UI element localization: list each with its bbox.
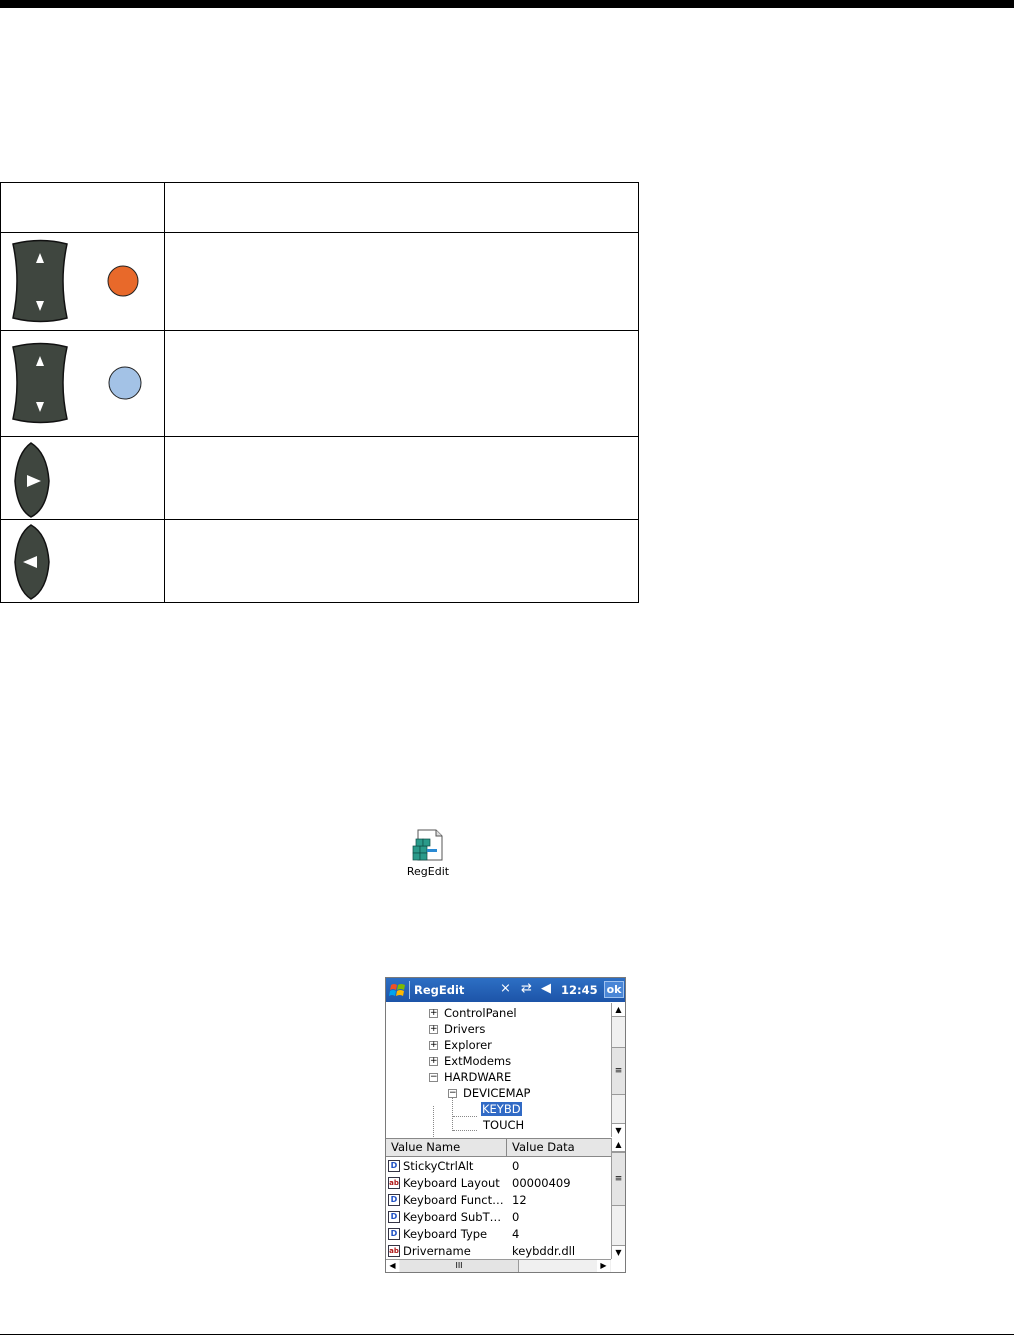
expand-icon[interactable]: + [429,1041,438,1050]
expand-icon[interactable]: + [429,1009,438,1018]
tree-item-label: DEVICEMAP [463,1086,531,1100]
signal-off-icon[interactable]: ⨯ [500,981,511,996]
blue-circle-key-icon [108,366,142,400]
column-header-value-data[interactable]: Value Data [507,1139,611,1156]
title-separator [409,981,410,999]
value-data: 4 [512,1227,520,1241]
scroll-thumb[interactable]: ≡ [612,1047,625,1095]
value-data: 00000409 [512,1176,571,1190]
scroll-down-icon[interactable]: ▼ [612,1245,625,1259]
tree-item-explorer[interactable]: + Explorer [429,1037,492,1053]
title-bar: RegEdit ⨯ ⇄ ◀ 12:45 ok [386,978,625,1002]
page-bottom-rule [0,1334,1014,1335]
dword-value-icon: D [388,1211,400,1223]
list-item[interactable]: D Keyboard SubT… 0 [386,1209,611,1226]
list-item[interactable]: ab Drivername keybddr.dll [386,1243,611,1259]
tree-connector [433,1106,434,1137]
table-row [1,437,164,519]
up-down-key-icon [12,239,139,323]
value-name: Keyboard SubT… [403,1210,502,1224]
table-row [1,331,164,436]
table-border-right [638,182,639,603]
regedit-shortcut[interactable]: RegEdit [390,828,466,884]
list-item[interactable]: ab Keyboard Layout 00000409 [386,1175,611,1192]
scroll-left-icon[interactable]: ◀ [386,1260,399,1272]
scroll-up-icon[interactable]: ▲ [612,1138,625,1152]
horizontal-scrollbar[interactable]: ◀ III ▶ [386,1259,611,1272]
orange-circle-key-icon [107,265,139,297]
up-down-key-icon [12,342,142,424]
dword-value-icon: D [388,1194,400,1206]
value-name: StickyCtrlAlt [403,1159,474,1173]
regedit-window: RegEdit ⨯ ⇄ ◀ 12:45 ok + ControlPanel + … [385,977,626,1273]
tree-item-label: Explorer [444,1038,492,1052]
tree-item-hardware[interactable]: − HARDWARE [429,1069,511,1085]
value-data: keybddr.dll [512,1244,576,1258]
expand-icon[interactable]: + [429,1025,438,1034]
tree-item-label: Drivers [444,1022,486,1036]
table-cell-description [165,233,638,330]
page-top-rule [0,0,1014,8]
dword-value-icon: D [388,1160,400,1172]
value-data: 0 [512,1159,520,1173]
table-row [1,520,164,602]
value-data: 12 [512,1193,527,1207]
value-data: 0 [512,1210,520,1224]
right-arrow-key-icon [14,442,50,518]
left-arrow-key-icon [14,524,50,600]
table-cell-description [165,331,638,436]
tree-item-label: ExtModems [444,1054,512,1068]
tree-scrollbar[interactable]: ▲ ≡ ▼ [611,1003,625,1137]
registry-tree[interactable]: + ControlPanel + Drivers + Explorer + Ex… [386,1003,611,1137]
regedit-icon [412,829,443,861]
tree-item-label-selected: KEYBD [481,1102,522,1116]
tree-item-label: ControlPanel [444,1006,517,1020]
ok-button[interactable]: ok [604,981,624,998]
sync-icon[interactable]: ⇄ [521,981,532,996]
scroll-right-icon[interactable]: ▶ [597,1260,610,1272]
table-header-cell [1,183,164,232]
tree-item-keybd[interactable]: KEYBD [481,1101,522,1117]
values-scrollbar[interactable]: ▲ ≡ ▼ [611,1138,625,1259]
tree-item-controlpanel[interactable]: + ControlPanel [429,1005,517,1021]
tree-item-label: HARDWARE [444,1070,512,1084]
tree-item-touch[interactable]: TOUCH [483,1117,524,1133]
list-item[interactable]: D Keyboard Type 4 [386,1226,611,1243]
list-item[interactable]: D StickyCtrlAlt 0 [386,1158,611,1175]
clock[interactable]: 12:45 [561,983,598,997]
collapse-icon[interactable]: − [448,1089,457,1098]
scroll-thumb[interactable]: III [400,1260,519,1272]
tree-item-drivers[interactable]: + Drivers [429,1021,485,1037]
table-header-cell [165,183,638,232]
scroll-down-icon[interactable]: ▼ [612,1123,625,1137]
tree-item-extmodems[interactable]: + ExtModems [429,1053,511,1069]
expand-icon[interactable]: + [429,1057,438,1066]
windows-start-icon[interactable] [388,980,408,1000]
table-cell-description [165,437,638,519]
list-item[interactable]: D Keyboard Funct… 12 [386,1192,611,1209]
values-header: Value Name Value Data [386,1138,611,1157]
string-value-icon: ab [388,1245,400,1257]
scroll-thumb[interactable]: ≡ [612,1152,625,1206]
tree-item-devicemap[interactable]: − DEVICEMAP [448,1085,530,1101]
value-name: Keyboard Funct… [403,1193,504,1207]
scroll-up-icon[interactable]: ▲ [612,1003,625,1017]
value-name: Keyboard Layout [403,1176,500,1190]
column-header-value-name[interactable]: Value Name [386,1139,507,1156]
value-name: Drivername [403,1244,471,1258]
tree-connector [453,1116,477,1117]
string-value-icon: ab [388,1177,400,1189]
table-cell-description [165,520,638,602]
tree-connector [453,1130,477,1131]
window-title: RegEdit [414,983,465,997]
table-border-bottom [0,602,639,603]
collapse-icon[interactable]: − [429,1073,438,1082]
tree-item-label: TOUCH [483,1118,525,1132]
dword-value-icon: D [388,1228,400,1240]
value-name: Keyboard Type [403,1227,488,1241]
regedit-shortcut-label: RegEdit [406,865,450,878]
table-row [1,233,164,330]
speaker-muted-icon[interactable]: ◀ [541,981,551,996]
key-table [0,182,639,603]
